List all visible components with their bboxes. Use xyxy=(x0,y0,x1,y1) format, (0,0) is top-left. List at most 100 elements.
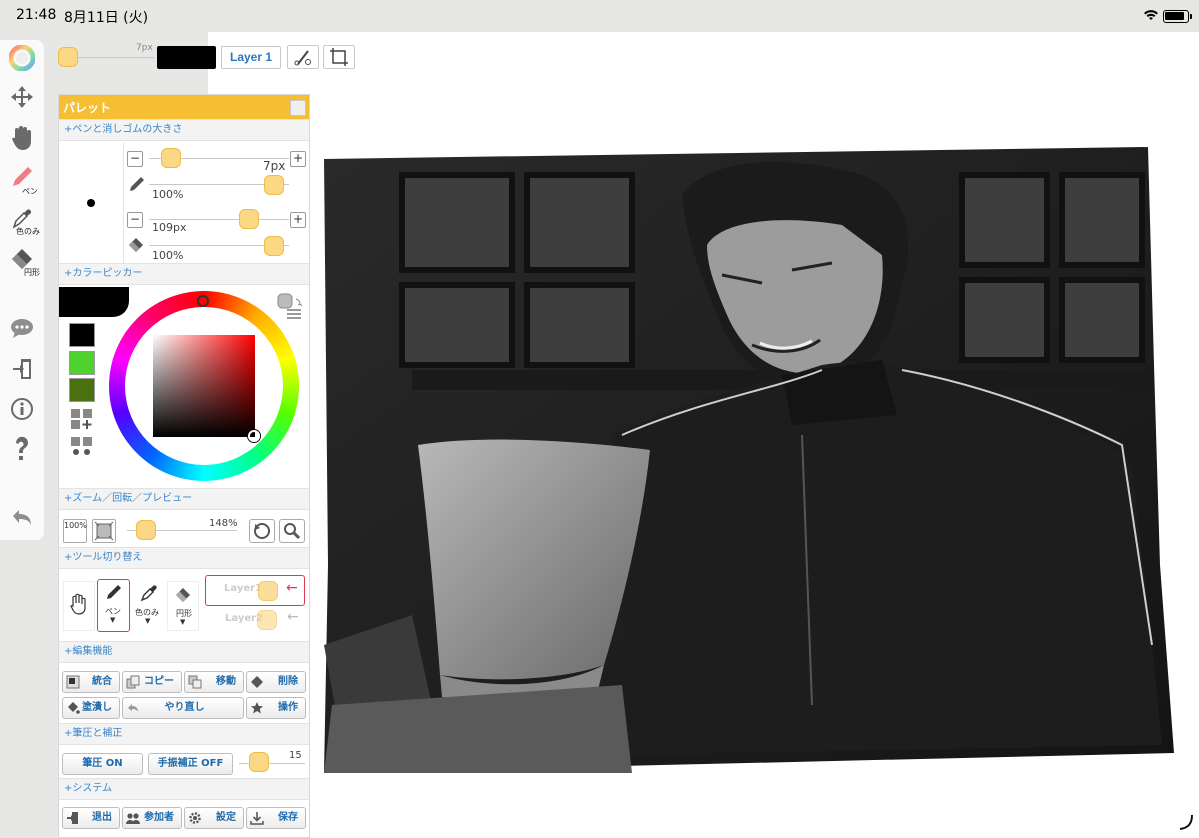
status-time: 21:48 xyxy=(16,7,57,23)
palette-close-button[interactable] xyxy=(290,100,306,116)
color-cursor[interactable] xyxy=(248,430,260,442)
operation-label: 操作 xyxy=(278,702,298,713)
participants-button[interactable]: 参加者 xyxy=(122,807,182,829)
shared-swatch-button[interactable] xyxy=(69,435,95,459)
pen-tool[interactable]: ペン xyxy=(0,164,44,196)
palette-header[interactable]: パレット xyxy=(59,95,309,119)
pen-size-minus-button[interactable]: − xyxy=(127,151,143,167)
saturation-value-square[interactable] xyxy=(153,335,255,437)
save-label: 保存 xyxy=(278,812,298,823)
tool-hand-button[interactable] xyxy=(63,581,95,631)
hue-cursor[interactable] xyxy=(197,295,209,307)
add-swatch-button[interactable] xyxy=(69,407,95,431)
info-icon[interactable] xyxy=(0,396,44,426)
move-icon[interactable] xyxy=(0,84,44,114)
swatch-black[interactable] xyxy=(69,323,95,347)
slider-knob[interactable] xyxy=(58,47,78,67)
battery-icon xyxy=(1163,10,1192,23)
layer2-opacity-knob[interactable] xyxy=(257,610,277,630)
tool-pen-button[interactable]: ペン ▼ xyxy=(97,579,130,632)
fill-label: 塗潰し xyxy=(82,702,112,713)
eraser-opacity-knob[interactable] xyxy=(264,236,284,256)
tool-dropper-button[interactable]: 色のみ ▼ xyxy=(133,581,165,631)
eraser-size-minus-button[interactable]: − xyxy=(127,212,143,228)
rotate-reset-button[interactable] xyxy=(249,519,275,543)
preview-button[interactable] xyxy=(279,519,305,543)
resize-handle-icon[interactable] xyxy=(1176,812,1196,832)
layer1-row[interactable]: Layer1 ← xyxy=(205,575,305,606)
wifi-icon xyxy=(1144,10,1158,20)
settings-button[interactable]: 設定 xyxy=(184,807,244,829)
swatch-olive[interactable] xyxy=(69,378,95,402)
layer2-row[interactable]: Layer2 ← xyxy=(205,607,305,631)
merge-button[interactable]: 統合 xyxy=(62,671,120,693)
section-tool-switch[interactable]: +ツール切り替え xyxy=(59,547,309,569)
current-color-swatch[interactable] xyxy=(157,46,216,69)
color-wheel-icon[interactable] xyxy=(0,44,44,75)
tool-eraser-button[interactable]: 円形 ▼ xyxy=(167,581,199,631)
color-wheel[interactable] xyxy=(109,291,299,481)
delete-icon xyxy=(251,676,263,688)
hand-tool-icon xyxy=(70,593,86,615)
delete-button[interactable]: 削除 xyxy=(246,671,306,693)
participants-label: 参加者 xyxy=(144,812,174,823)
section-pressure[interactable]: +筆圧と補正 xyxy=(59,723,309,745)
operation-button[interactable]: 操作 xyxy=(246,697,306,719)
help-icon[interactable] xyxy=(0,434,44,468)
eraser-tool[interactable]: 円形 xyxy=(0,245,44,277)
tool-settings-button[interactable] xyxy=(287,45,319,69)
copy-label: コピー xyxy=(144,676,174,687)
undo-icon[interactable] xyxy=(0,506,44,534)
redo-button[interactable]: やり直し xyxy=(122,697,244,719)
layer-button[interactable]: Layer 1 xyxy=(221,46,281,69)
crop-icon xyxy=(330,48,348,66)
section-zoom[interactable]: +ズーム／回転／プレビュー xyxy=(59,488,309,510)
chat-icon[interactable] xyxy=(0,316,44,344)
exit-icon[interactable] xyxy=(0,356,44,386)
eyedropper-tool-label: 色のみ xyxy=(16,227,40,236)
move-layer-label: 移動 xyxy=(216,676,236,687)
move-layer-icon xyxy=(188,675,202,689)
section-color-picker[interactable]: +カラーピッカー xyxy=(59,263,309,285)
eraser-opacity-value: 100% xyxy=(152,249,184,262)
hand-icon[interactable] xyxy=(0,124,44,156)
swatch-green[interactable] xyxy=(69,351,95,375)
transform-button[interactable] xyxy=(323,45,355,69)
section-brush-size[interactable]: +ペンと消しゴムの大きさ xyxy=(59,119,309,141)
move-layer-button[interactable]: 移動 xyxy=(184,671,244,693)
copy-button[interactable]: コピー xyxy=(122,671,182,693)
artwork-illustration[interactable] xyxy=(322,145,1176,777)
section-edit[interactable]: +編集機能 xyxy=(59,641,309,663)
dropper-tool-icon xyxy=(140,585,157,602)
zoom-knob[interactable] xyxy=(136,520,156,540)
stabilizer-toggle-button[interactable]: 手振補正 OFF xyxy=(148,753,233,775)
pen-size-knob[interactable] xyxy=(161,148,181,168)
redo-icon xyxy=(128,704,138,712)
magnifier-icon xyxy=(284,523,301,540)
zoom-reset-button[interactable]: 100% xyxy=(63,519,87,543)
eraser-size-plus-button[interactable]: + xyxy=(290,212,306,228)
eyedropper-tool[interactable]: 色のみ xyxy=(0,204,44,236)
chevron-down-icon: ▼ xyxy=(180,618,186,626)
pressure-toggle-button[interactable]: 筆圧 ON xyxy=(62,753,143,775)
exit-button[interactable]: 退出 xyxy=(62,807,120,829)
participants-icon xyxy=(126,813,140,824)
fill-button[interactable]: 塗潰し xyxy=(62,697,120,719)
eraser-size-track xyxy=(149,219,289,220)
layer1-opacity-knob[interactable] xyxy=(258,581,278,601)
pen-size-slider-top[interactable]: 7px xyxy=(56,43,156,70)
eraser-size-knob[interactable] xyxy=(239,209,259,229)
save-button[interactable]: 保存 xyxy=(246,807,306,829)
bucket-icon xyxy=(68,702,80,714)
color-mode-toggle[interactable] xyxy=(275,291,305,321)
pen-size-label-top: 7px xyxy=(136,43,153,53)
palette-title: パレット xyxy=(63,101,112,115)
pen-opacity-knob[interactable] xyxy=(264,175,284,195)
fit-screen-button[interactable] xyxy=(92,519,116,543)
drawing-canvas[interactable] xyxy=(322,145,1176,777)
stabilizer-knob[interactable] xyxy=(249,752,269,772)
fit-screen-icon xyxy=(94,521,114,541)
section-system[interactable]: +システム xyxy=(59,778,309,800)
pen-size-plus-button[interactable]: + xyxy=(290,151,306,167)
delete-label: 削除 xyxy=(278,676,298,687)
